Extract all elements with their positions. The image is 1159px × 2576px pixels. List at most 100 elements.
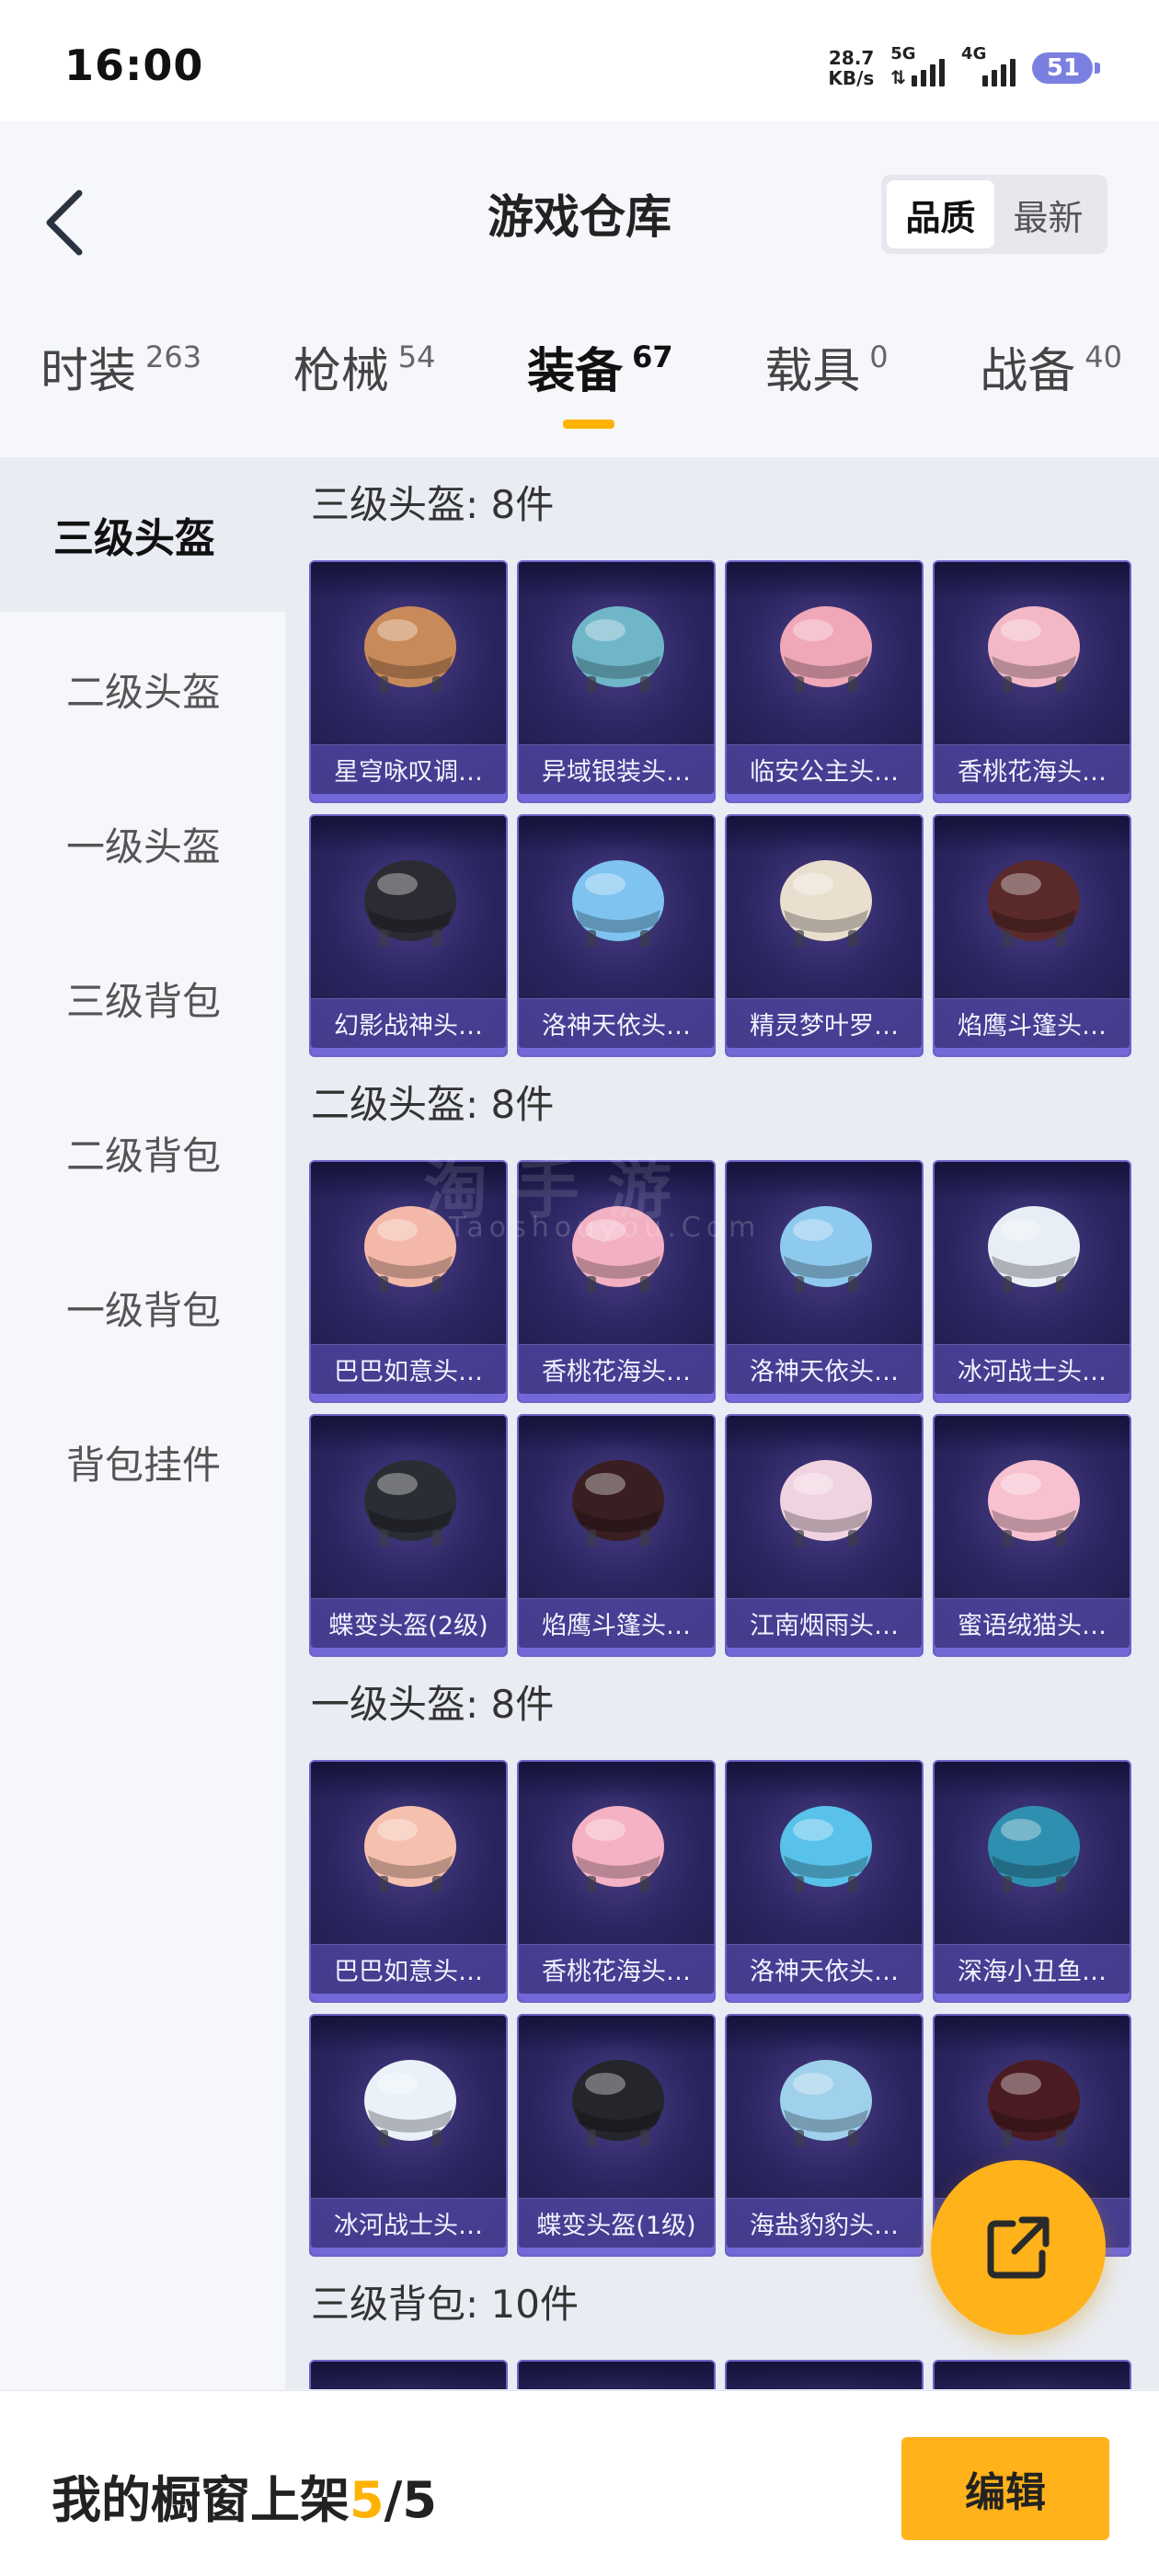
- item-name: 异域银装头…: [519, 744, 714, 794]
- tab-vehicles[interactable]: 载具 0: [764, 335, 888, 436]
- item-card[interactable]: 香桃花海头…: [933, 560, 1131, 803]
- item-name: 精灵梦叶罗…: [727, 998, 922, 1048]
- status-bar: 16:00 28.7 KB/s 5G ⇅ 4G ⇅ 51: [0, 0, 1159, 121]
- sidebar-item-backpack-lv2[interactable]: 二级背包: [0, 1075, 285, 1230]
- helmet-icon: [988, 2060, 1080, 2146]
- network-speed: 28.7 KB/s: [828, 48, 874, 88]
- item-name: 巴巴如意头…: [311, 1344, 506, 1394]
- item-card[interactable]: 蝶变头盔(1级): [517, 2014, 716, 2257]
- edit-button[interactable]: 编辑: [901, 2437, 1109, 2540]
- item-name: 巴巴如意头…: [311, 1944, 506, 1994]
- item-card[interactable]: 异域银装头…: [517, 560, 716, 803]
- item-name: 冰河战士头…: [935, 1344, 1130, 1394]
- tab-fashion[interactable]: 时装 263: [40, 335, 201, 436]
- item-name: 江南烟雨头…: [727, 1598, 922, 1648]
- item-grid: [309, 2360, 1146, 2389]
- signal-5g-icon: 5G ⇅: [890, 44, 946, 86]
- header: 游戏仓库 品质 最新 时装 263 枪械 54 装备 67 载具 0 战备 40: [0, 121, 1159, 457]
- helmet-icon: [572, 1806, 664, 1892]
- item-card[interactable]: 焰鹰斗篷头…: [517, 1414, 716, 1657]
- sidebar-item-helmet-lv3[interactable]: 三级头盔: [0, 457, 285, 612]
- item-card[interactable]: 海盐豹豹头…: [725, 2014, 924, 2257]
- item-card[interactable]: 蝶变头盔(2级): [309, 1414, 508, 1657]
- helmet-icon: [988, 1806, 1080, 1892]
- helmet-icon: [572, 606, 664, 693]
- helmet-icon: [988, 1460, 1080, 1547]
- item-name: 临安公主头…: [727, 744, 922, 794]
- helmet-icon: [780, 860, 872, 947]
- battery-level: 51: [1046, 54, 1080, 82]
- showcase-separator: /: [384, 2471, 403, 2529]
- helmet-icon: [988, 606, 1080, 693]
- showcase-label: 我的橱窗上架: [52, 2471, 350, 2529]
- signal-4g-icon: 4G ⇅: [961, 44, 1016, 86]
- item-card[interactable]: 蜜语绒猫头…: [933, 1414, 1131, 1657]
- helmet-icon: [364, 1806, 456, 1892]
- status-indicators: 28.7 KB/s 5G ⇅ 4G ⇅ 51: [828, 44, 1101, 92]
- sort-by-quality[interactable]: 品质: [887, 180, 994, 248]
- item-name: 香桃花海头…: [519, 1944, 714, 1994]
- tab-gear[interactable]: 战备 40: [980, 335, 1122, 436]
- item-name: 蝶变头盔(2级): [311, 1598, 506, 1648]
- sort-by-newest[interactable]: 最新: [994, 180, 1102, 248]
- item-card[interactable]: [933, 2360, 1131, 2389]
- item-name: 星穹咏叹调…: [311, 744, 506, 794]
- item-grid: 星穹咏叹调… 异域银装头… 临安公主头… 香桃花海头… 幻影战神头… 洛神天依头… 精灵梦叶…: [309, 560, 1146, 1057]
- showcase-current-count: 5: [350, 2471, 384, 2529]
- section-title: 二级头盔: 8件: [311, 1082, 555, 1127]
- section-title: 三级头盔: 8件: [311, 482, 555, 527]
- item-name: 幻影战神头…: [311, 998, 506, 1048]
- sidebar-item-backpack-charm[interactable]: 背包挂件: [0, 1385, 285, 1539]
- item-card[interactable]: 冰河战士头…: [309, 2014, 508, 2257]
- item-card[interactable]: 洛神天依头…: [517, 814, 716, 1057]
- helmet-icon: [364, 1460, 456, 1547]
- item-list[interactable]: 三级头盔: 8件 星穹咏叹调… 异域银装头… 临安公主头… 香桃花海头… 幻影战神头… 洛神…: [285, 457, 1159, 2389]
- back-button[interactable]: [37, 177, 92, 269]
- status-time: 16:00: [64, 40, 204, 90]
- helmet-icon: [572, 1206, 664, 1293]
- helmet-icon: [364, 2060, 456, 2146]
- item-name: 冰河战士头…: [311, 2198, 506, 2248]
- item-card[interactable]: 临安公主头…: [725, 560, 924, 803]
- item-name: 焰鹰斗篷头…: [519, 1598, 714, 1648]
- item-card[interactable]: 焰鹰斗篷头…: [933, 814, 1131, 1057]
- item-card[interactable]: 精灵梦叶罗…: [725, 814, 924, 1057]
- section-title: 一级头盔: 8件: [311, 1682, 555, 1727]
- item-card[interactable]: 香桃花海头…: [517, 1760, 716, 2003]
- item-name: 洛神天依头…: [519, 998, 714, 1048]
- share-button[interactable]: [931, 2160, 1106, 2335]
- item-name: 洛神天依头…: [727, 1344, 922, 1394]
- item-card[interactable]: [309, 2360, 508, 2389]
- helmet-icon: [988, 860, 1080, 947]
- item-card[interactable]: 江南烟雨头…: [725, 1414, 924, 1657]
- network-speed-unit: KB/s: [828, 67, 875, 89]
- sidebar-item-helmet-lv1[interactable]: 一级头盔: [0, 766, 285, 921]
- item-card[interactable]: 冰河战士头…: [933, 1160, 1131, 1403]
- item-card[interactable]: 巴巴如意头…: [309, 1760, 508, 2003]
- item-card[interactable]: 香桃花海头…: [517, 1160, 716, 1403]
- helmet-icon: [364, 606, 456, 693]
- category-tabs: 时装 263 枪械 54 装备 67 载具 0 战备 40: [0, 335, 1159, 436]
- item-card[interactable]: 幻影战神头…: [309, 814, 508, 1057]
- showcase-total-count: 5: [402, 2471, 437, 2529]
- helmet-icon: [364, 1206, 456, 1293]
- item-card[interactable]: 巴巴如意头…: [309, 1160, 508, 1403]
- item-card[interactable]: [517, 2360, 716, 2389]
- item-name: 洛神天依头…: [727, 1944, 922, 1994]
- item-card[interactable]: 洛神天依头…: [725, 1160, 924, 1403]
- tab-weapons[interactable]: 枪械 54: [293, 335, 436, 436]
- item-card[interactable]: [725, 2360, 924, 2389]
- network-speed-value: 28.7: [828, 47, 875, 69]
- sidebar-item-helmet-lv2[interactable]: 二级头盔: [0, 612, 285, 766]
- item-name: 深海小丑鱼…: [935, 1944, 1130, 1994]
- item-card[interactable]: 深海小丑鱼…: [933, 1760, 1131, 2003]
- item-card[interactable]: 洛神天依头…: [725, 1760, 924, 2003]
- tab-equipment[interactable]: 装备 67: [527, 335, 673, 436]
- sidebar-item-backpack-lv3[interactable]: 三级背包: [0, 921, 285, 1075]
- helmet-icon: [780, 1460, 872, 1547]
- helmet-icon: [780, 606, 872, 693]
- item-name: 蝶变头盔(1级): [519, 2198, 714, 2248]
- item-card[interactable]: 星穹咏叹调…: [309, 560, 508, 803]
- helmet-icon: [364, 860, 456, 947]
- sidebar-item-backpack-lv1[interactable]: 一级背包: [0, 1230, 285, 1385]
